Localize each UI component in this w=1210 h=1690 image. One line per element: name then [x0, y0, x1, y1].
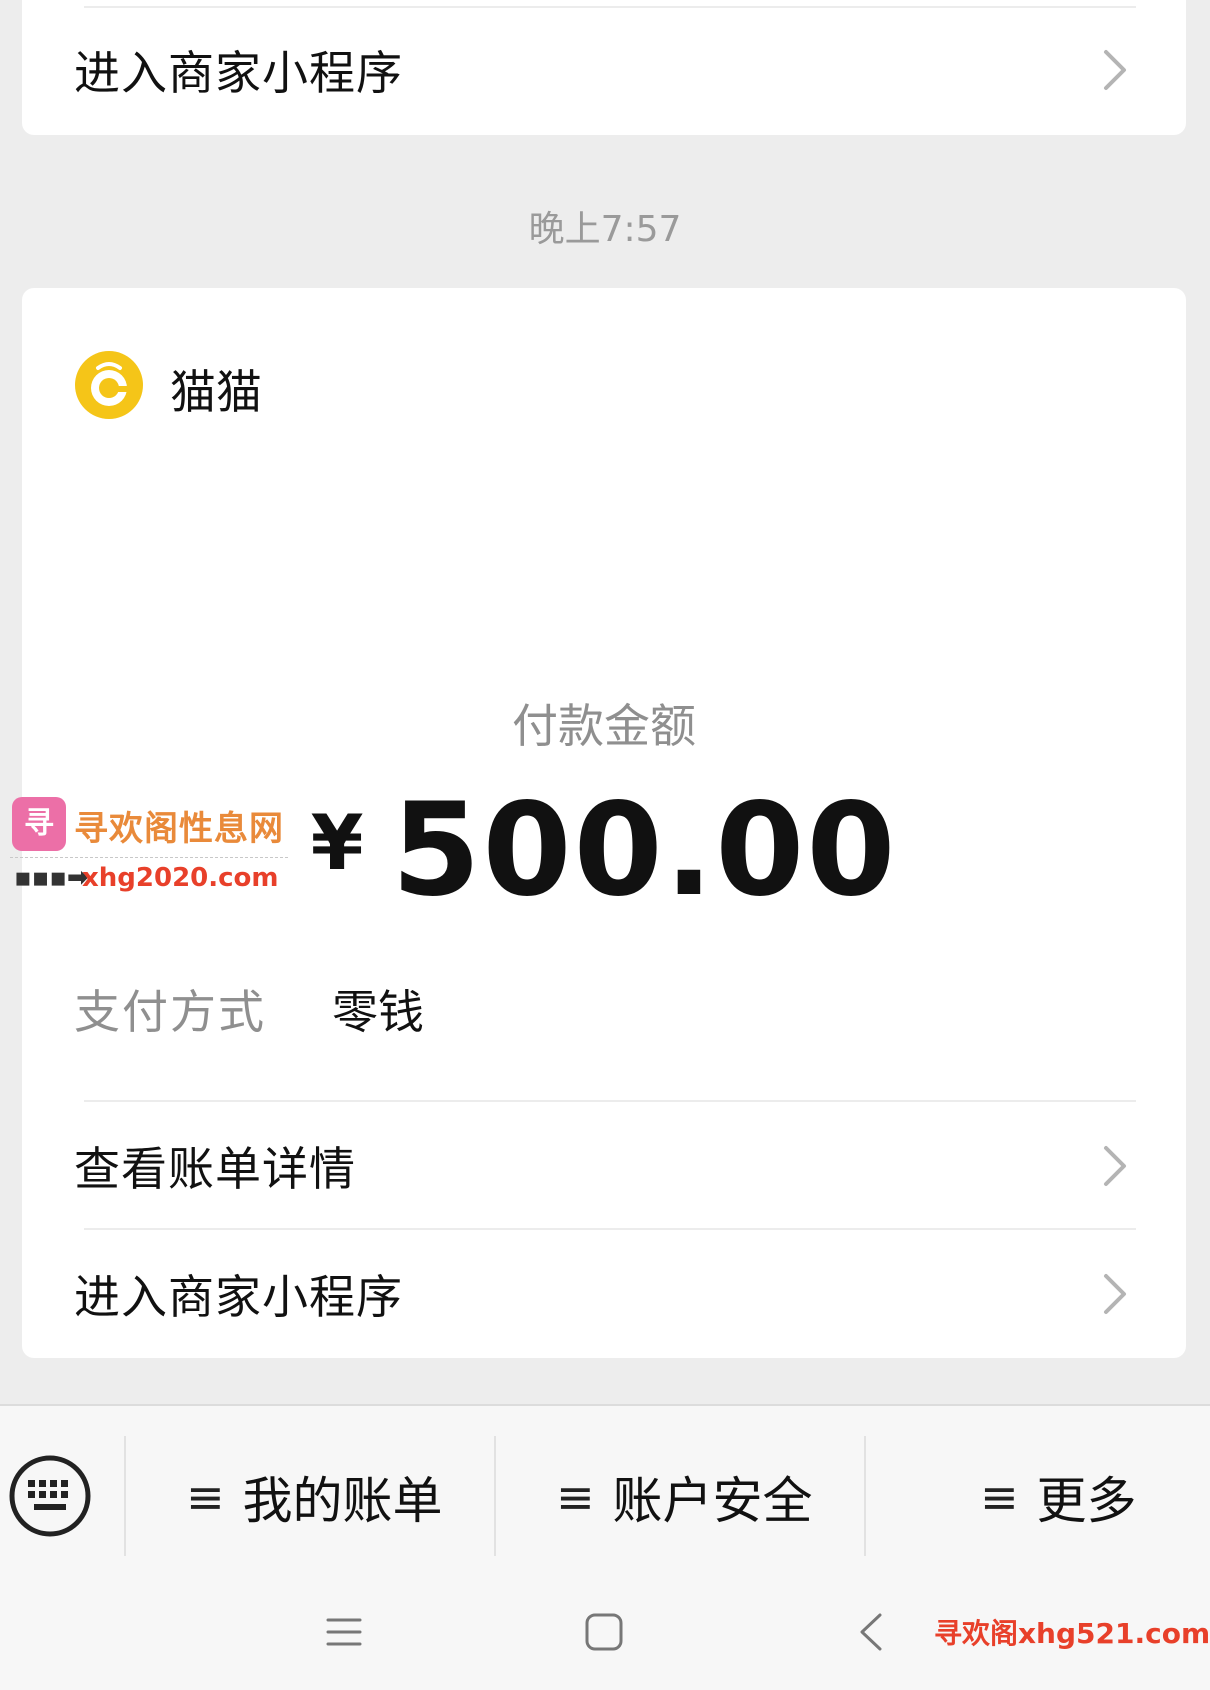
top-card: 进入商家小程序	[22, 0, 1186, 135]
pay-method-value: 零钱	[332, 985, 424, 1039]
recent-apps-icon[interactable]	[324, 1612, 364, 1652]
enter-mini-program-row-top[interactable]: 进入商家小程序	[22, 10, 1186, 130]
divider	[84, 1228, 1136, 1230]
back-icon[interactable]	[856, 1612, 886, 1652]
keyboard-icon[interactable]	[8, 1454, 92, 1538]
menu-more[interactable]: ≡ 更多	[980, 1462, 1137, 1532]
home-icon[interactable]	[584, 1612, 624, 1652]
amount-label: 付款金额	[512, 699, 696, 753]
menu-separator	[864, 1436, 866, 1556]
merchant-name: 猫猫	[170, 365, 262, 419]
menu-icon: ≡	[186, 1470, 225, 1524]
message-timestamp: 晚上7:57	[528, 209, 682, 250]
menu-icon: ≡	[556, 1470, 595, 1524]
menu-icon: ≡	[980, 1470, 1019, 1524]
row-label: 查看账单详情	[74, 1142, 356, 1196]
menu-label: 更多	[1036, 1472, 1137, 1530]
menu-account-security[interactable]: ≡ 账户安全	[556, 1462, 813, 1532]
menu-label: 账户安全	[612, 1472, 813, 1530]
merchant-logo-icon	[75, 351, 143, 419]
chevron-right-icon	[1104, 1146, 1126, 1186]
chevron-right-icon	[1104, 1274, 1126, 1314]
footer-watermark: 寻欢阁xhg521.com	[934, 1617, 1210, 1650]
divider	[84, 6, 1136, 8]
watermark-url: xhg2020.com	[82, 863, 279, 893]
watermark-title: 寻欢阁性息网	[74, 809, 284, 849]
menu-my-bills[interactable]: ≡ 我的账单	[186, 1462, 443, 1532]
amount-value: 500.00	[391, 776, 898, 925]
menu-label: 我的账单	[242, 1472, 443, 1530]
watermark-logo: 寻	[12, 797, 66, 851]
menu-separator	[494, 1436, 496, 1556]
pay-method-label: 支付方式	[74, 985, 266, 1039]
menu-separator	[124, 1436, 126, 1556]
system-nav-bar: 寻欢阁xhg521.com	[0, 1582, 1210, 1690]
row-label: 进入商家小程序	[74, 46, 403, 100]
watermark: 寻 寻欢阁性息网 ▪▪▪➡ xhg2020.com	[10, 795, 290, 895]
bottom-menu-bar: ≡ 我的账单 ≡ 账户安全 ≡ 更多	[0, 1404, 1210, 1582]
watermark-divider	[10, 857, 288, 859]
currency-symbol: ¥	[310, 798, 364, 887]
arrow-icon: ▪▪▪➡	[14, 863, 89, 893]
chevron-right-icon	[1104, 50, 1126, 90]
enter-mini-program-row[interactable]: 进入商家小程序	[22, 1234, 1186, 1354]
divider	[84, 1100, 1136, 1102]
row-label: 进入商家小程序	[74, 1270, 403, 1324]
view-bill-details-row[interactable]: 查看账单详情	[22, 1106, 1186, 1226]
